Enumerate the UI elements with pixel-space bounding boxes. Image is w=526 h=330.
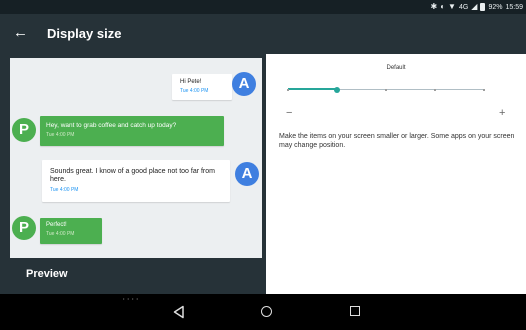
preview-chat: Hi Pete! Tue 4:00 PM A P Hey, want to gr…	[10, 58, 262, 258]
battery-icon	[480, 3, 486, 11]
avatar-initial: P	[18, 219, 29, 236]
slider-tick[interactable]	[385, 89, 387, 91]
avatar: A	[235, 162, 259, 186]
minus-icon[interactable]: −	[286, 108, 296, 119]
signal-icon: ◢	[471, 2, 478, 11]
data-saver-icon: ◐	[440, 2, 446, 11]
message-bubble: Hi Pete! Tue 4:00 PM	[172, 74, 232, 100]
status-bar: ✱ ◐ ▼ 4G ◢ 92% 15:59	[0, 0, 526, 14]
plus-icon[interactable]: +	[499, 108, 509, 119]
message-time: Tue 4:00 PM	[46, 131, 75, 138]
clock: 15:59	[505, 3, 523, 11]
message-bubble: Hey, want to grab coffee and catch up to…	[40, 116, 224, 146]
nav-back-icon[interactable]	[172, 305, 186, 319]
page-title: Display size	[47, 26, 122, 41]
message-text: Hi Pete!	[180, 79, 202, 85]
wifi-icon: ▼	[448, 2, 456, 11]
avatar: P	[12, 216, 36, 240]
arrow-left-icon[interactable]: ←	[13, 24, 31, 42]
nav-recents-icon[interactable]	[350, 306, 360, 316]
slider-tick[interactable]	[287, 89, 289, 91]
display-size-slider[interactable]	[287, 87, 485, 93]
message-time: Tue 4:00 PM	[46, 231, 75, 238]
nav-home-icon[interactable]	[261, 306, 272, 317]
avatar-initial: P	[18, 121, 29, 138]
slider-tick[interactable]	[483, 89, 485, 91]
status-icons: ✱ ◐ ▼ 4G ◢ 92% 15:59	[430, 2, 523, 12]
message-bubble: Sounds great. I know of a good place not…	[42, 160, 230, 202]
message-bubble: Perfect! Tue 4:00 PM	[40, 218, 102, 244]
bluetooth-icon: ✱	[430, 2, 438, 11]
avatar-initial: A	[241, 165, 253, 182]
battery-percent: 92%	[488, 3, 503, 11]
preview-pane: Hi Pete! Tue 4:00 PM A P Hey, want to gr…	[0, 54, 266, 294]
message-time: Tue 4:00 PM	[180, 88, 209, 95]
message-time: Tue 4:00 PM	[50, 186, 79, 193]
avatar-initial: A	[238, 75, 250, 92]
avatar: P	[12, 118, 36, 142]
slider-tick[interactable]	[434, 89, 436, 91]
slider-thumb[interactable]	[334, 87, 340, 93]
page-indicator: • • • •	[123, 296, 139, 301]
current-size-label: Default	[386, 65, 406, 71]
avatar: A	[232, 72, 256, 96]
app-bar: ← Display size	[0, 14, 526, 54]
network-type: 4G	[458, 3, 469, 11]
preview-label: Preview	[26, 268, 68, 280]
settings-pane: Default − + Make the items on your scree…	[266, 54, 526, 294]
message-text: Perfect!	[46, 222, 67, 228]
description-text: Make the items on your screen smaller or…	[279, 133, 515, 150]
message-text: Hey, want to grab coffee and catch up to…	[46, 122, 177, 129]
slider-fill	[288, 88, 337, 90]
message-text: Sounds great. I know of a good place not…	[50, 168, 215, 184]
navigation-bar: • • • •	[0, 294, 526, 330]
